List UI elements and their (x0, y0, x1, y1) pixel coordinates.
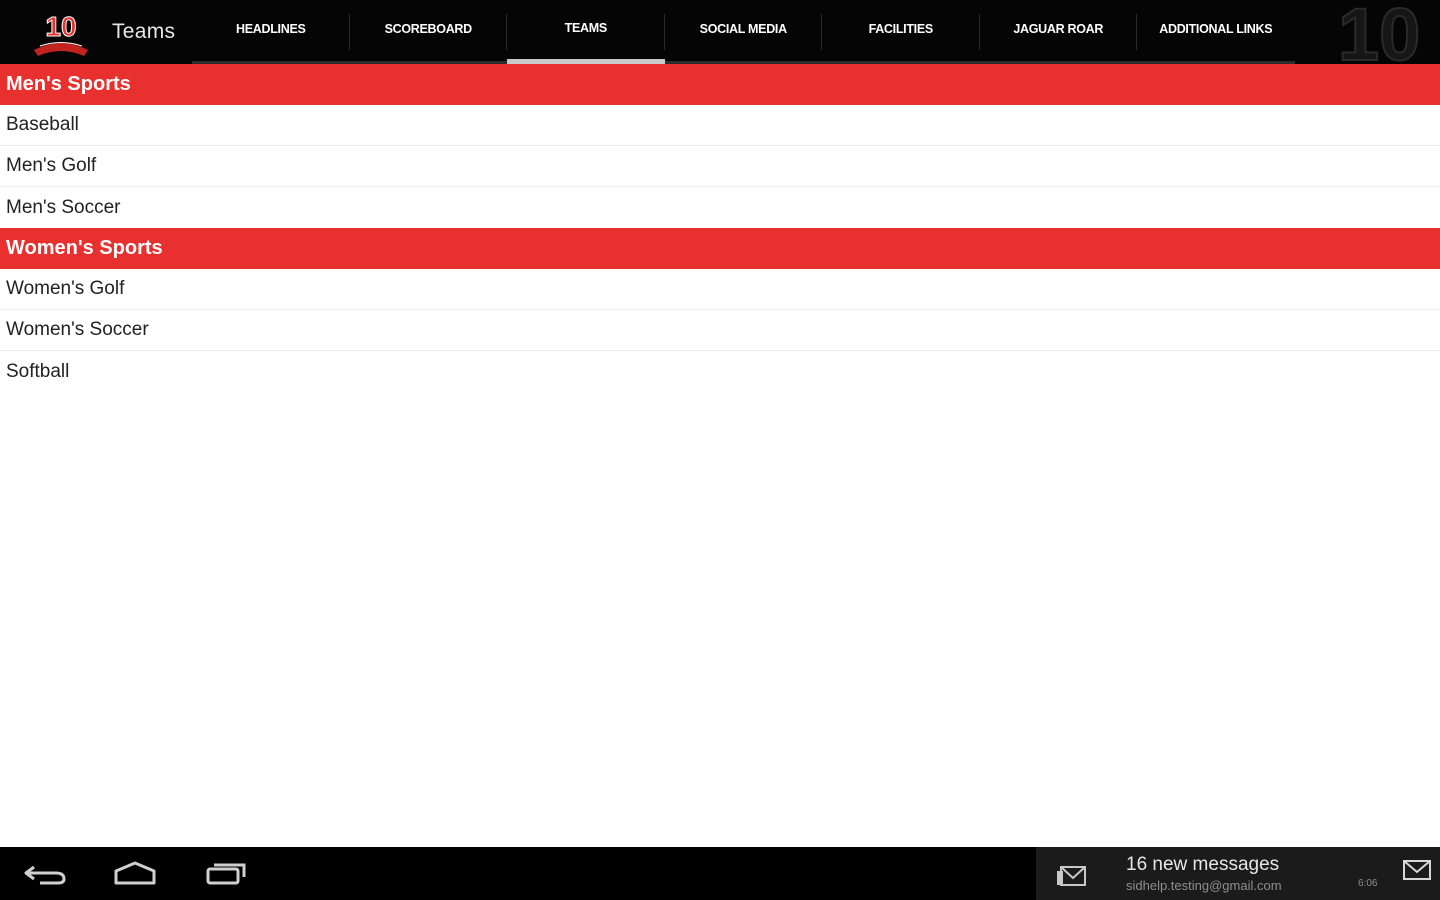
tab-scoreboard[interactable]: Scoreboard (349, 0, 507, 64)
notification-gmail[interactable]: 16 new messages sidhelp.testing@gmail.co… (1036, 847, 1440, 900)
tab-facilities[interactable]: Facilities (822, 0, 980, 64)
tab-label: Headlines (235, 22, 306, 36)
tab-social-media[interactable]: Social Media (664, 0, 822, 64)
teams-list: Men's Sports Baseball Men's Golf Men's S… (0, 64, 1440, 392)
list-item-womens-golf[interactable]: Women's Golf (0, 269, 1440, 310)
system-navigation-bar: 16 new messages sidhelp.testing@gmail.co… (0, 847, 1440, 900)
tab-label: Additional Links (1159, 22, 1273, 36)
back-icon[interactable] (20, 857, 70, 889)
tab-teams[interactable]: Teams (507, 0, 665, 64)
list-item-womens-soccer[interactable]: Women's Soccer (0, 310, 1440, 351)
list-item-mens-golf[interactable]: Men's Golf (0, 146, 1440, 187)
tab-label: Scoreboard (384, 22, 473, 36)
tab-jaguar-roar[interactable]: Jaguar Roar (979, 0, 1137, 64)
tab-label: Jaguar Roar (1013, 22, 1104, 36)
svg-text:10: 10 (1338, 0, 1420, 64)
tab-label: Social Media (699, 22, 787, 36)
gmail-icon (1403, 860, 1431, 880)
notification-time: 6:06 (1358, 878, 1378, 889)
tab-additional-links[interactable]: Additional Links (1137, 0, 1295, 64)
action-bar: 10 Teams Headlines Scoreboard Teams Soci… (0, 0, 1440, 64)
mail-icon (1057, 866, 1086, 886)
tab-headlines[interactable]: Headlines (192, 0, 350, 64)
notification-title: 16 new messages (1126, 854, 1280, 875)
section-header-mens: Men's Sports (0, 64, 1440, 105)
app-logo-icon[interactable]: 10 (30, 6, 92, 58)
section-header-womens: Women's Sports (0, 228, 1440, 269)
watermark-logo: 10 (1337, 0, 1421, 64)
list-item-softball[interactable]: Softball (0, 351, 1440, 392)
svg-text:10: 10 (45, 11, 76, 42)
page-title: Teams (112, 20, 176, 43)
tab-label: Teams (564, 21, 608, 35)
home-icon[interactable] (110, 857, 160, 889)
list-item-baseball[interactable]: Baseball (0, 105, 1440, 146)
recent-apps-icon[interactable] (202, 857, 252, 889)
tab-label: Facilities (868, 22, 934, 36)
notification-account: sidhelp.testing@gmail.com (1126, 878, 1282, 893)
list-item-mens-soccer[interactable]: Men's Soccer (0, 187, 1440, 228)
tab-bar: Headlines Scoreboard Teams Social Media … (192, 0, 1295, 64)
